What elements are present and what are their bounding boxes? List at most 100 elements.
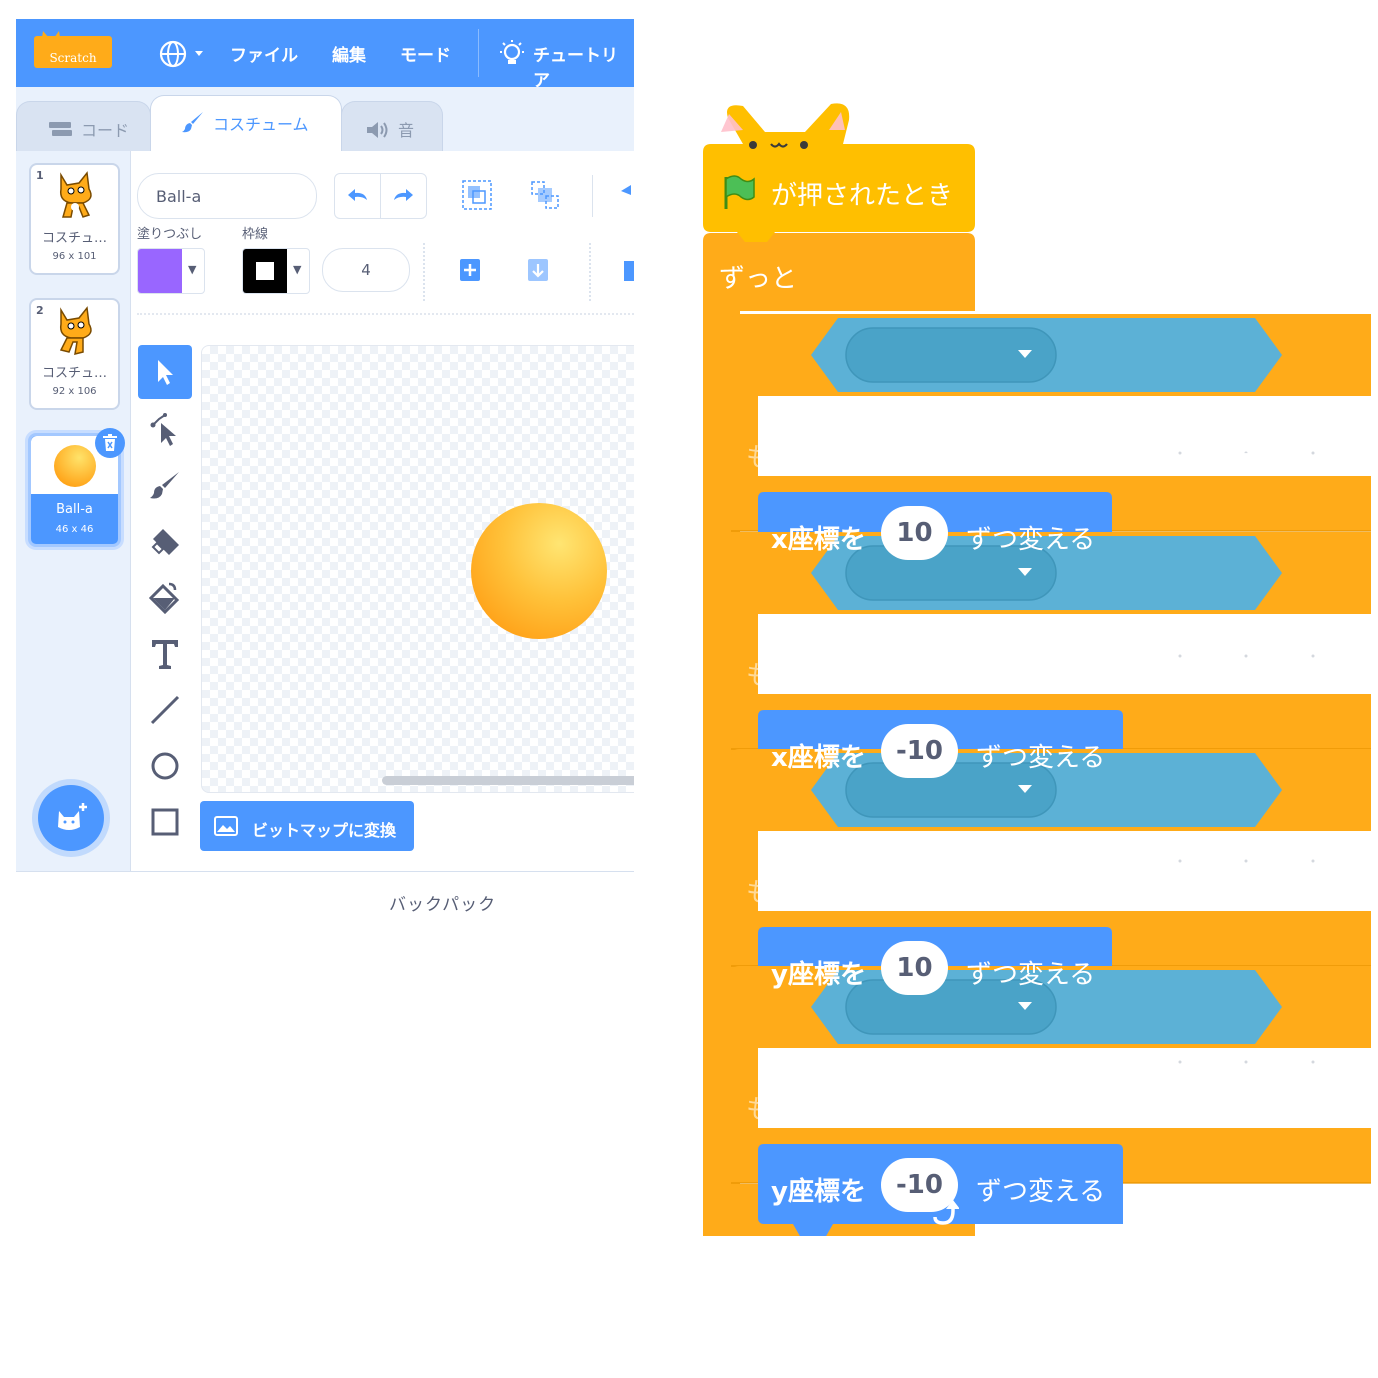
suffix-label: ずつ変える: [976, 1177, 1106, 1207]
tab-costumes[interactable]: コスチューム: [150, 95, 342, 152]
costume-list: 1 コスチュ… 96 x 101 2 コスチュ… 92 x 106 3: [16, 151, 131, 871]
value-input[interactable]: 10: [881, 941, 948, 995]
hat-label: が押されたとき: [771, 181, 954, 211]
speaker-icon: [367, 122, 388, 138]
menu-tutorials[interactable]: チュートリア: [533, 41, 634, 91]
costume-name-value: Ball-a: [156, 187, 202, 206]
reshape-tool[interactable]: [138, 403, 192, 457]
trash-icon: [103, 434, 117, 451]
tab-costumes-label: コスチューム: [213, 115, 309, 134]
tab-sounds-label: 音: [398, 121, 415, 140]
fill-tool[interactable]: [138, 571, 192, 625]
costume-number: 2: [36, 304, 44, 317]
key-option[interactable]: 左向き矢印: [866, 655, 996, 692]
loop-arrow-icon: [933, 1200, 959, 1225]
group-icon[interactable]: [461, 179, 493, 211]
if-label: もし: [746, 1095, 799, 1125]
convert-to-bitmap-button[interactable]: ビットマップに変換: [200, 801, 414, 851]
tab-sounds[interactable]: 音: [341, 101, 443, 152]
choose-costume-button[interactable]: [38, 785, 104, 851]
select-tool[interactable]: [138, 345, 192, 399]
value-input[interactable]: -10: [881, 724, 958, 778]
scratch-logo[interactable]: Scratch: [34, 31, 112, 68]
paste-icon[interactable]: [525, 255, 551, 285]
circle-icon: [151, 752, 179, 780]
costume-name-input[interactable]: Ball-a: [137, 173, 317, 219]
costume-name: コスチュ…: [41, 366, 107, 381]
eraser-tool[interactable]: [138, 515, 192, 569]
text-icon: [152, 640, 178, 669]
action-label: y座標を: [771, 960, 866, 990]
costume-name: Ball-a: [56, 502, 93, 517]
rectangle-tool[interactable]: [138, 795, 192, 849]
arrow-cursor-icon: [158, 360, 173, 385]
if-label: もし: [746, 443, 799, 473]
key-pressed-label: キーが押された: [1071, 661, 1254, 691]
key-pressed-label: キーが押された: [1071, 878, 1254, 908]
forever-label: ずっと: [719, 264, 798, 294]
key-pressed-label: キーが押された: [1071, 443, 1254, 473]
menu-file[interactable]: ファイル: [230, 41, 298, 66]
costume-number: 1: [36, 169, 44, 182]
suffix-label: ずつ変える: [966, 525, 1096, 555]
costume-size: 96 x 101: [52, 251, 97, 262]
ball-costume-drawing[interactable]: [469, 501, 609, 641]
reshape-icon: [150, 413, 176, 446]
menu-mode[interactable]: モード: [400, 41, 451, 66]
menu-edit[interactable]: 編集: [332, 41, 366, 66]
costume-tile-3-selected[interactable]: 3 Ball-a 46 x 46: [28, 428, 125, 547]
action-label: y座標を: [771, 1177, 866, 1207]
costume-size: 46 x 46: [55, 524, 94, 535]
paint-editor: Ball-a 塗りつぶし 枠線 ▼ ▼ 4 ビットマップに変換: [131, 151, 634, 871]
paint-canvas[interactable]: [201, 345, 634, 793]
fill-swatch: [138, 249, 182, 293]
outline-width-value: 4: [361, 261, 371, 279]
green-flag-icon: [724, 175, 755, 209]
key-option[interactable]: 下向き矢印: [866, 1089, 996, 1126]
backpack-bar[interactable]: バックパック: [16, 871, 634, 921]
outline-width-input[interactable]: 4: [322, 248, 410, 292]
logo-text: Scratch: [49, 51, 97, 65]
paint-bucket-icon: [149, 582, 180, 614]
line-tool[interactable]: [138, 683, 192, 737]
copy-icon[interactable]: [457, 255, 483, 285]
brush-icon: [150, 472, 179, 499]
convert-button-label: ビットマップに変換: [252, 821, 397, 840]
redo-icon[interactable]: [392, 186, 414, 206]
circle-tool[interactable]: [138, 739, 192, 793]
undo-redo-group: [334, 173, 427, 219]
outline-color-picker[interactable]: ▼: [242, 248, 310, 294]
brush-tool[interactable]: [138, 459, 192, 513]
scratch-cat-icon: [59, 171, 92, 218]
key-option[interactable]: 上向き矢印: [866, 872, 996, 909]
key-pressed-label: キーが押された: [1071, 1095, 1254, 1125]
tab-code-label: コード: [81, 121, 130, 140]
costume-tile-2[interactable]: 2 コスチュ… 92 x 106: [29, 298, 120, 410]
delete-icon[interactable]: [621, 255, 634, 285]
costume-size: 92 x 106: [52, 386, 97, 397]
suffix-label: ずつ変える: [976, 743, 1106, 773]
globe-icon[interactable]: [159, 39, 207, 69]
then-label: なら: [1309, 443, 1362, 473]
text-tool[interactable]: [138, 627, 192, 681]
delete-costume-button[interactable]: [95, 428, 125, 458]
then-label: なら: [1309, 661, 1362, 691]
if-label: もし: [746, 878, 799, 908]
canvas-scrollbar[interactable]: [382, 776, 634, 785]
editor-tabs: コード コスチューム 音: [16, 87, 634, 152]
value-input[interactable]: 10: [881, 506, 948, 560]
key-option[interactable]: 右向き矢印: [866, 437, 996, 474]
undo-icon[interactable]: [347, 186, 369, 206]
fill-color-picker[interactable]: ▼: [137, 248, 205, 294]
costume-tile-1[interactable]: 1 コスチュ… 96 x 101: [29, 163, 120, 275]
scratch-cat-icon: [59, 306, 92, 356]
forward-icon[interactable]: [619, 181, 633, 211]
then-label: なら: [1309, 1095, 1362, 1125]
tab-code[interactable]: コード: [16, 101, 151, 152]
outline-label: 枠線: [242, 227, 269, 242]
if-label: もし: [746, 661, 799, 691]
script-area: が押されたとき ずっと もし なら 右向き矢印 キーが押された x座標を 10 ずつ変えるも…: [683, 96, 1378, 1236]
costume-name: コスチュ…: [41, 231, 107, 246]
action-label: x座標を: [771, 525, 866, 555]
ungroup-icon[interactable]: [529, 179, 561, 211]
